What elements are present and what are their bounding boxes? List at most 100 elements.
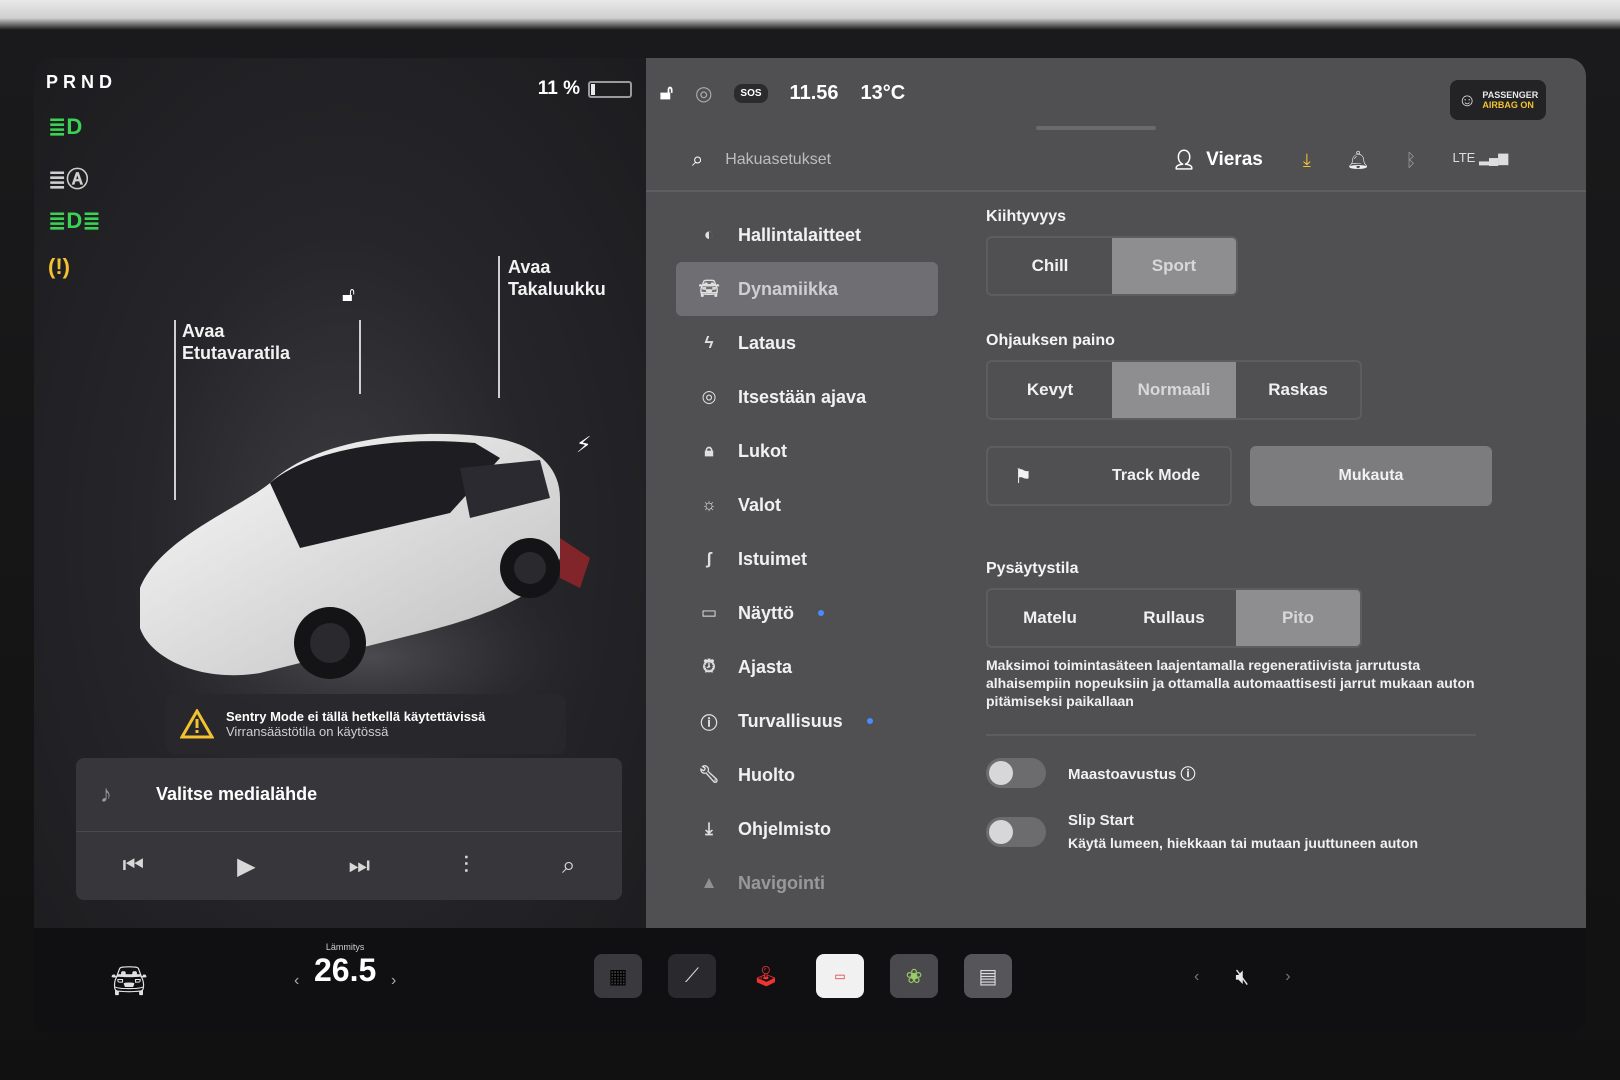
alert-circle-icon: ⓘ — [700, 713, 718, 733]
menu-item-ajasta[interactable]: ⏰︎ Ajasta — [676, 640, 938, 694]
info-icon[interactable]: ⓘ — [1181, 766, 1196, 783]
menu-item-label: Istuimet — [738, 548, 808, 569]
menu-item-label: Ohjelmisto — [738, 818, 832, 839]
sun-icon: ☼ — [701, 495, 717, 514]
steering-option-normaali[interactable]: Normaali — [1112, 362, 1236, 418]
menu-item-label: Näyttö — [738, 602, 795, 623]
navigation-icon: ▲ — [700, 873, 718, 892]
bolt-icon: ϟ — [704, 333, 714, 352]
next-track-icon[interactable]: ⏭︎ — [349, 852, 371, 880]
parking-light-icon: ≣D≣ — [48, 208, 101, 233]
car-icon: 🚘︎ — [698, 279, 720, 298]
menu-item-label: Lukot — [738, 440, 787, 461]
menu-item-lukot[interactable]: 🔒︎ Lukot — [676, 424, 938, 478]
play-icon[interactable]: ▶︎ — [237, 852, 255, 881]
joystick-app-icon[interactable]: 🕹︎ — [742, 954, 790, 998]
camera-app-icon[interactable]: ⟋ — [668, 954, 716, 998]
menu-item-näyttö[interactable]: ▭ Näyttö — [676, 586, 938, 640]
front-trunk-button[interactable]: Avaa Etutavaratila — [182, 320, 290, 364]
media-source-selector[interactable]: ♪ Valitse medialähde — [76, 758, 622, 832]
volume-up-icon[interactable]: › — [1285, 968, 1290, 986]
customize-button[interactable]: Mukauta — [1250, 446, 1492, 506]
car-icon[interactable]: 🚘︎ — [110, 964, 148, 999]
menu-item-navigointi[interactable]: ▲ Navigointi — [676, 856, 938, 910]
clock: 11.56 — [789, 81, 839, 104]
airbag-icon: ☺ — [1458, 89, 1477, 110]
stopping-mode-description: Maksimoi toimintasäteen laajentamalla re… — [986, 657, 1475, 709]
steering-option-kevyt[interactable]: Kevyt — [988, 362, 1112, 418]
temp-down-icon[interactable]: ‹ — [294, 972, 299, 990]
flag-icon: ⚑ — [1014, 465, 1032, 488]
rear-trunk-leader — [498, 256, 500, 398]
acceleration-selector: Chill Sport — [986, 236, 1238, 296]
stopping-option-rullaus[interactable]: Rullaus — [1112, 590, 1236, 646]
lock-icon: 🔒︎ — [704, 441, 714, 460]
mute-icon[interactable]: 🔇︎ — [1235, 964, 1249, 990]
vehicle-pane: PRND 11 % ≣D ≣Ⓐ ≣D≣ (!) Avaa Etutavarati… — [34, 58, 646, 928]
sos-button[interactable]: SOS — [734, 83, 768, 103]
temp-up-icon[interactable]: › — [391, 972, 396, 990]
update-dot — [818, 610, 825, 616]
headlight-icon: ≣D — [48, 114, 83, 139]
menu-item-label: Dynamiikka — [738, 278, 839, 299]
unlock-icon[interactable]: 🔓︎ — [342, 284, 355, 307]
touchscreen: PRND 11 % ≣D ≣Ⓐ ≣D≣ (!) Avaa Etutavarati… — [34, 58, 1586, 1033]
divider — [986, 734, 1476, 736]
track-mode-button[interactable]: ⚑ Track Mode — [986, 446, 1232, 506]
climate-temperature: 26.5 — [314, 952, 377, 988]
menu-item-lataus[interactable]: ϟ Lataus — [676, 316, 938, 370]
sentry-icon[interactable]: ◎ — [695, 81, 712, 106]
slip-start-toggle[interactable] — [986, 816, 1046, 847]
download-icon[interactable]: ⤓ — [1303, 150, 1311, 171]
menu-item-label: Itsestään ajava — [738, 386, 867, 407]
menu-item-dynamiikka[interactable]: 🚘︎ Dynamiikka — [676, 262, 938, 316]
bottom-dock: 🚘︎ Lämmitys 26.5 ‹ › ▦ ⟋ 🕹︎ ▭ ❀ ▤ ‹ 🔇︎ › — [34, 928, 1586, 1033]
auto-headlight-icon: ≣Ⓐ — [48, 167, 89, 192]
volume-down-icon[interactable]: ‹ — [1194, 968, 1199, 986]
menu-item-label: Huolto — [738, 764, 795, 785]
acceleration-option-sport[interactable]: Sport — [1112, 238, 1236, 294]
user-profile[interactable]: 👤︎ Vieras — [1172, 148, 1263, 172]
seat-icon: ʃ — [706, 549, 712, 568]
menu-item-hallintalaitteet[interactable]: ◐ Hallintalaitteet — [676, 208, 938, 262]
stopping-option-pito[interactable]: Pito — [1236, 590, 1360, 646]
search-input[interactable]: Hakuasetukset — [725, 151, 831, 169]
photo-app-icon[interactable]: ❀ — [890, 954, 938, 998]
lock-status-icon[interactable]: 🔓︎ — [660, 82, 673, 105]
menu-item-label: Hallintalaitteet — [738, 224, 862, 245]
menu-item-valot[interactable]: ☼ Valot — [676, 478, 938, 532]
menu-item-turvallisuus[interactable]: ⓘ Turvallisuus — [676, 694, 938, 748]
search-media-icon[interactable]: ⌕ — [562, 852, 575, 880]
steering-option-raskas[interactable]: Raskas — [1236, 362, 1360, 418]
menu-item-huolto[interactable]: 🔧︎ Huolto — [676, 748, 938, 802]
menu-item-label: Turvallisuus — [738, 710, 843, 731]
menu-item-istuimet[interactable]: ʃ Istuimet — [676, 532, 938, 586]
stopping-mode-title: Pysäytystila — [986, 560, 1079, 577]
menu-item-itsestään-ajava[interactable]: ◎ Itsestään ajava — [676, 370, 938, 424]
equalizer-icon[interactable]: ⫶ — [463, 852, 469, 880]
settings-search[interactable]: ⌕ Hakuasetukset — [692, 149, 1172, 172]
status-bar: 🔓︎ ◎ SOS 11.56 13°C — [646, 58, 1586, 128]
toybox-app-icon[interactable]: ▤ — [964, 954, 1012, 998]
rear-trunk-button[interactable]: Avaa Takaluukku — [508, 256, 606, 300]
unlock-leader — [359, 320, 361, 394]
stopping-option-matelu[interactable]: Matelu — [988, 590, 1112, 646]
bell-icon[interactable]: 🔔︎ — [1347, 150, 1370, 171]
menu-item-ohjelmisto[interactable]: ⤓ Ohjelmisto — [676, 802, 938, 856]
previous-track-icon[interactable]: ⏮︎ — [122, 852, 144, 880]
slip-start-label: Slip Start — [1068, 812, 1134, 829]
bluetooth-icon[interactable]: ᛒ — [1406, 150, 1417, 171]
alarm-icon: ⏰︎ — [702, 657, 716, 676]
menu-item-label: Valot — [738, 494, 782, 515]
calendar-app-icon[interactable]: ▭ — [816, 954, 864, 998]
climate-control[interactable]: Lämmitys 26.5 ‹ › — [294, 942, 396, 989]
acceleration-option-chill[interactable]: Chill — [988, 238, 1112, 294]
steering-title: Ohjauksen paino — [986, 332, 1115, 349]
outside-temperature: 13°C — [860, 81, 906, 104]
app-launcher-icon[interactable]: ▦ — [594, 954, 642, 998]
offroad-assist-label: Maastoavustus — [1068, 765, 1177, 783]
offroad-assist-toggle[interactable] — [986, 758, 1046, 788]
menu-item-label: Ajasta — [738, 656, 793, 677]
slip-start-description: Käytä lumeen, hiekkaan tai mutaan juuttu… — [1068, 835, 1419, 851]
passenger-airbag-indicator: ☺ PASSENGER AIRBAG ON — [1450, 80, 1546, 120]
